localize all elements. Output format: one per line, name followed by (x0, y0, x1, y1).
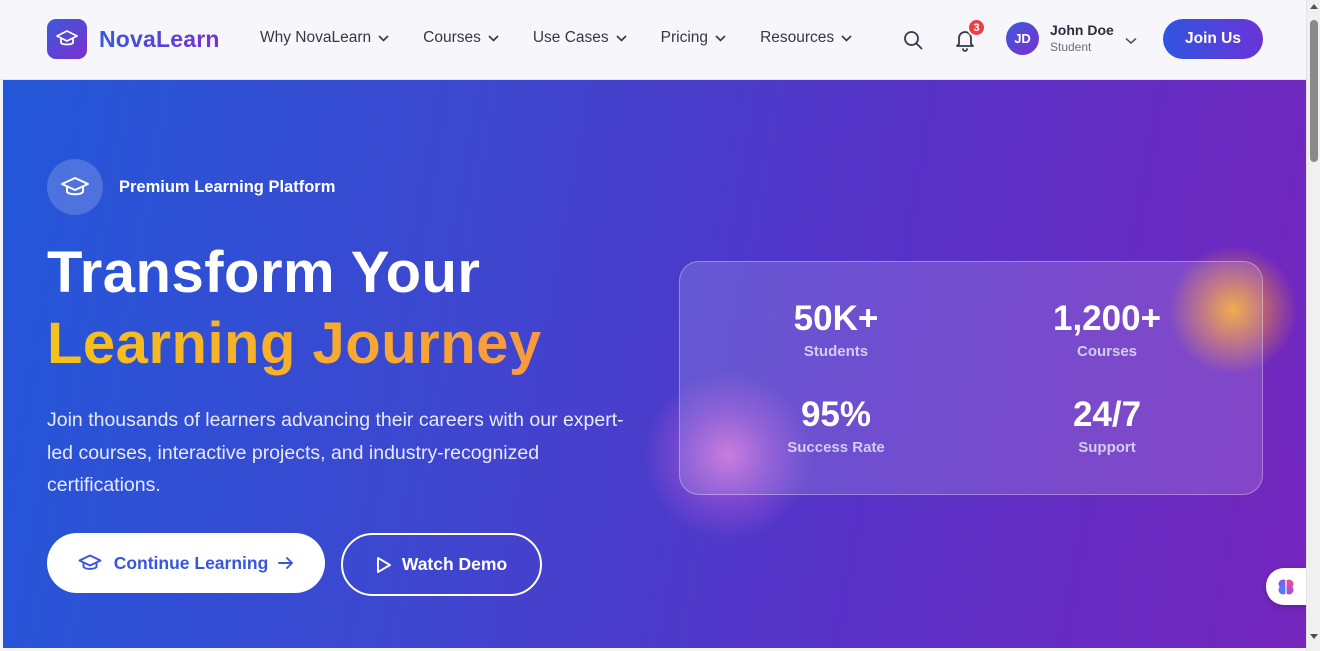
badge-text: Premium Learning Platform (119, 177, 336, 196)
scroll-down-arrow-icon[interactable] (1310, 634, 1318, 639)
arrow-right-icon (278, 556, 294, 570)
stat-students: 50K+ Students (716, 299, 956, 360)
chevron-down-icon (715, 34, 726, 42)
stat-value: 1,200+ (1052, 299, 1162, 338)
nav-use-cases[interactable]: Use Cases (533, 29, 627, 47)
main-nav: Why NovaLearn Courses Use Cases Pricing … (260, 29, 886, 47)
logo-graduation-cap-icon[interactable] (47, 19, 87, 59)
nav-item-label: Resources (760, 29, 835, 46)
stat-value: 50K+ (793, 299, 879, 338)
stat-value: 24/7 (1072, 395, 1142, 434)
continue-learning-label: Continue Learning (113, 552, 269, 573)
user-menu[interactable]: JD John Doe Student (1006, 22, 1114, 55)
stat-support: 24/7 Support (987, 395, 1227, 456)
stats-card: 50K+ Students 1,200+ Courses 95% Success… (679, 261, 1263, 495)
hero-title-line2: Learning Journey (47, 311, 542, 376)
nav-pricing[interactable]: Pricing (661, 29, 726, 47)
page-scrollbar[interactable] (1306, 0, 1320, 651)
scroll-up-arrow-icon[interactable] (1310, 4, 1318, 9)
graduation-cap-icon (47, 159, 103, 215)
join-us-button[interactable]: Join Us (1163, 19, 1263, 59)
stat-success-rate: 95% Success Rate (716, 395, 956, 456)
watch-demo-button[interactable]: Watch Demo (341, 533, 542, 596)
stat-label: Support (1078, 439, 1136, 456)
nav-courses[interactable]: Courses (423, 29, 499, 47)
nav-item-label: Pricing (660, 29, 709, 46)
scroll-thumb[interactable] (1310, 20, 1318, 162)
user-role: Student (1050, 40, 1092, 54)
continue-learning-button[interactable]: Continue Learning (47, 533, 325, 593)
chevron-down-icon (378, 34, 389, 42)
notification-badge: 3 (967, 18, 986, 37)
hero-description: Join thousands of learners advancing the… (47, 409, 624, 496)
nav-item-label: Why NovaLearn (260, 29, 372, 46)
search-icon[interactable] (902, 29, 924, 51)
avatar: JD (1006, 22, 1039, 55)
brain-assistant-icon[interactable] (1266, 568, 1306, 605)
nav-item-label: Courses (423, 29, 481, 46)
top-navbar: NovaLearn Why NovaLearn Courses Use Case… (0, 0, 1306, 80)
nav-resources[interactable]: Resources (760, 29, 852, 47)
play-icon (376, 556, 392, 574)
user-name: John Doe (1050, 22, 1114, 38)
stat-label: Courses (1076, 343, 1138, 360)
user-meta: John Doe Student (1050, 22, 1114, 55)
graduation-cap-icon (78, 553, 102, 573)
stat-label: Success Rate (787, 439, 885, 456)
platform-badge: Premium Learning Platform (47, 159, 335, 215)
nav-item-label: Use Cases (532, 29, 609, 46)
watch-demo-label: Watch Demo (401, 554, 508, 574)
chevron-down-icon (616, 34, 627, 42)
stat-value: 95% (800, 395, 872, 434)
chevron-down-icon (488, 34, 499, 42)
chevron-down-icon[interactable] (1125, 32, 1137, 50)
chevron-down-icon (841, 34, 852, 42)
nav-why-novalearn[interactable]: Why NovaLearn (260, 29, 389, 47)
brand-name[interactable]: NovaLearn (99, 26, 220, 53)
hero-section: Premium Learning Platform Transform Your… (3, 80, 1306, 648)
stat-label: Students (803, 343, 869, 360)
hero-title-line1: Transform Your (47, 240, 481, 305)
stat-courses: 1,200+ Courses (987, 299, 1227, 360)
